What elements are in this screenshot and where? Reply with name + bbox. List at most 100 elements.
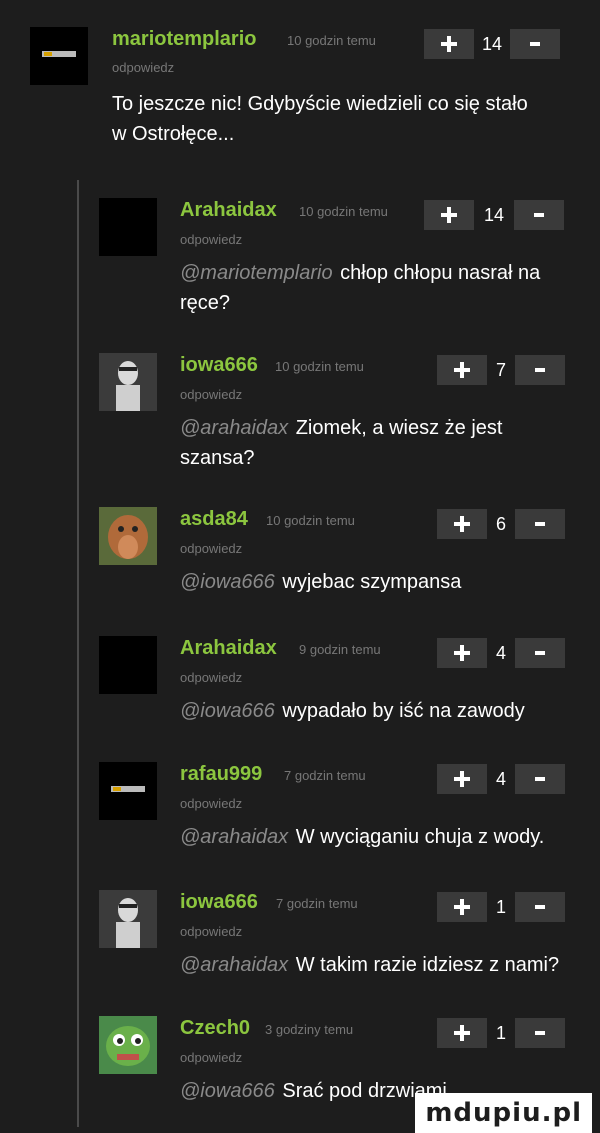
plus-icon: [454, 899, 470, 915]
logo-accent: [44, 52, 52, 56]
vote-score: 6: [495, 513, 506, 534]
avatar[interactable]: [99, 198, 157, 256]
avatar[interactable]: [99, 636, 157, 694]
minus-icon: [535, 651, 545, 655]
thread-line: [77, 180, 79, 1127]
vote-score: 1: [495, 896, 506, 917]
upvote-button[interactable]: [437, 638, 487, 668]
mention-link[interactable]: @iowa666: [180, 700, 275, 722]
plus-icon: [454, 645, 470, 661]
comment-body: wypadało by iść na zawody: [282, 700, 525, 722]
frog-icon: [99, 1016, 157, 1074]
upvote-button[interactable]: [437, 892, 487, 922]
username-link[interactable]: Czech0: [180, 1016, 250, 1040]
plus-icon: [454, 1025, 470, 1041]
avatar[interactable]: [99, 762, 157, 820]
comment-text: @mariotemplario chłop chłopu nasrał na r…: [180, 258, 580, 318]
downvote-button[interactable]: [515, 1018, 565, 1048]
timestamp: 10 godzin temu: [299, 204, 388, 219]
mention-link[interactable]: @arahaidax: [180, 954, 288, 976]
reply-link[interactable]: odpowiedz: [180, 232, 242, 248]
upvote-button[interactable]: [437, 1018, 487, 1048]
username-link[interactable]: asda84: [180, 507, 248, 531]
timestamp: 9 godzin temu: [299, 642, 381, 657]
avatar[interactable]: [99, 353, 157, 411]
vote-score: 4: [495, 768, 506, 789]
username-link[interactable]: Arahaidax: [180, 198, 277, 222]
upvote-button[interactable]: [437, 764, 487, 794]
comment-body: To jeszcze nic! Gdybyście wiedzieli co s…: [112, 93, 528, 145]
downvote-button[interactable]: [515, 764, 565, 794]
monkey-icon: [99, 507, 157, 565]
upvote-button[interactable]: [424, 200, 474, 230]
timestamp: 7 godzin temu: [276, 896, 358, 911]
username-link[interactable]: rafau999: [180, 762, 262, 786]
comment-text: @arahaidax Ziomek, a wiesz że jest szans…: [180, 413, 550, 473]
plus-icon: [454, 516, 470, 532]
vote-score: 4: [495, 642, 506, 663]
reply-link[interactable]: odpowiedz: [180, 670, 242, 686]
vote-score: 14: [483, 204, 505, 225]
minus-icon: [535, 522, 545, 526]
minus-icon: [534, 213, 544, 217]
minus-icon: [535, 368, 545, 372]
timestamp: 10 godzin temu: [275, 359, 364, 374]
downvote-button[interactable]: [515, 509, 565, 539]
vote-box: 6: [437, 509, 565, 539]
vote-score: 1: [495, 1022, 506, 1043]
plus-icon: [441, 207, 457, 223]
avatar[interactable]: [99, 1016, 157, 1074]
downvote-button[interactable]: [515, 892, 565, 922]
downvote-button[interactable]: [515, 355, 565, 385]
upvote-button[interactable]: [437, 355, 487, 385]
reply-link[interactable]: odpowiedz: [180, 924, 242, 940]
plus-icon: [454, 362, 470, 378]
reply-link[interactable]: odpowiedz: [180, 1050, 242, 1066]
username-link[interactable]: iowa666: [180, 890, 258, 914]
mention-link[interactable]: @arahaidax: [180, 826, 288, 848]
username-link[interactable]: iowa666: [180, 353, 258, 377]
mention-link[interactable]: @iowa666: [180, 571, 275, 593]
upvote-button[interactable]: [424, 29, 474, 59]
vote-box: 1: [437, 892, 565, 922]
reply-link[interactable]: odpowiedz: [180, 796, 242, 812]
upvote-button[interactable]: [437, 509, 487, 539]
username-link[interactable]: mariotemplario: [112, 27, 256, 51]
comment-body: W takim razie idziesz z nami?: [295, 954, 560, 976]
username-link[interactable]: Arahaidax: [180, 636, 277, 660]
comment-text: @iowa666 wypadało by iść na zawody: [180, 696, 580, 726]
downvote-button[interactable]: [514, 200, 564, 230]
mention-link[interactable]: @iowa666: [180, 1080, 275, 1102]
timestamp: 7 godzin temu: [284, 768, 366, 783]
reply-link[interactable]: odpowiedz: [180, 387, 242, 403]
minus-icon: [530, 42, 540, 46]
downvote-button[interactable]: [515, 638, 565, 668]
comment-text: @arahaidax W wyciąganiu chuja z wody.: [180, 822, 590, 852]
vote-score: 14: [481, 33, 503, 54]
reply-link[interactable]: odpowiedz: [180, 541, 242, 557]
comment-body: wyjebac szympansa: [282, 571, 462, 593]
timestamp: 10 godzin temu: [266, 513, 355, 528]
reply-link[interactable]: odpowiedz: [112, 60, 174, 76]
figure-icon: [99, 890, 157, 948]
mention-link[interactable]: @mariotemplario: [180, 262, 333, 284]
plus-icon: [454, 771, 470, 787]
timestamp: 10 godzin temu: [287, 33, 376, 48]
downvote-button[interactable]: [510, 29, 560, 59]
plus-icon: [441, 36, 457, 52]
watermark: mdupiu.pl: [415, 1093, 592, 1133]
avatar[interactable]: [99, 890, 157, 948]
comment-text: @arahaidax W takim razie idziesz z nami?: [180, 950, 595, 980]
comment-text: @iowa666 wyjebac szympansa: [180, 567, 560, 597]
vote-box: 14: [424, 200, 564, 230]
comment-body: W wyciąganiu chuja z wody.: [295, 826, 545, 848]
logo-accent: [113, 787, 121, 791]
mention-link[interactable]: @arahaidax: [180, 417, 288, 439]
comment-text: To jeszcze nic! Gdybyście wiedzieli co s…: [112, 89, 532, 149]
timestamp: 3 godziny temu: [265, 1022, 354, 1037]
vote-box: 4: [437, 638, 565, 668]
avatar[interactable]: [30, 27, 88, 85]
minus-icon: [535, 905, 545, 909]
minus-icon: [535, 1031, 545, 1035]
avatar[interactable]: [99, 507, 157, 565]
